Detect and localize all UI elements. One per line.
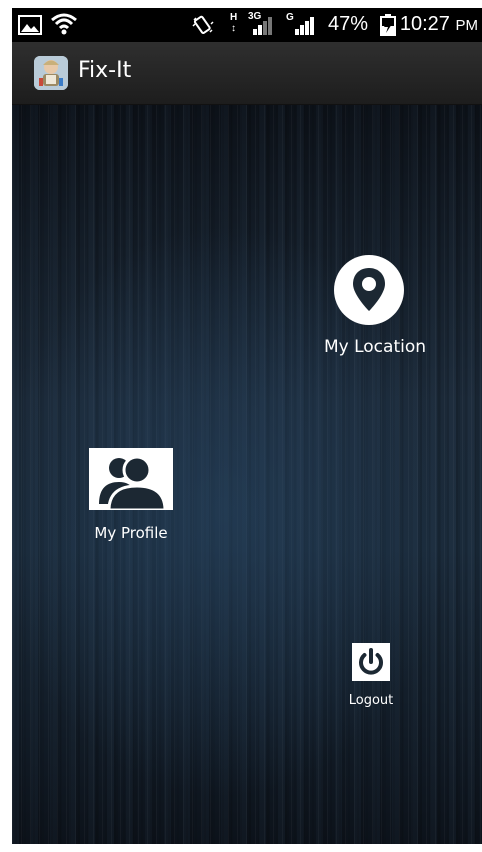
my-location-button[interactable]: My Location	[312, 245, 442, 365]
image-notification-icon	[18, 15, 42, 35]
power-icon	[352, 643, 390, 681]
logout-button[interactable]: Logout	[330, 635, 410, 715]
location-pin-icon	[334, 255, 404, 325]
profile-users-icon	[89, 448, 173, 510]
action-bar: Fix-It	[12, 42, 482, 105]
phone-screen: H ↕ 3G G 47% 10:27 PM Fix-It My Location…	[12, 8, 482, 844]
my-profile-button[interactable]: My Profile	[72, 440, 192, 550]
network-h-label: H	[230, 12, 238, 23]
wifi-icon	[51, 13, 77, 35]
dashboard-background: My Location My Profile Logout	[12, 105, 482, 844]
app-title: Fix-It	[78, 58, 132, 83]
vibrate-icon	[192, 15, 214, 35]
status-clock: 10:27 PM	[400, 13, 478, 36]
logout-label: Logout	[348, 693, 394, 708]
network-g-label: G	[286, 12, 294, 23]
clock-ampm: PM	[455, 17, 479, 34]
signal-icon	[295, 17, 314, 35]
status-bar: H ↕ 3G G 47% 10:27 PM	[12, 8, 482, 42]
battery-percent: 47%	[328, 13, 369, 35]
my-profile-label: My Profile	[94, 524, 168, 542]
app-logo-icon[interactable]	[34, 56, 68, 90]
my-location-label: My Location	[323, 337, 427, 357]
network-h-arrow: ↕	[231, 23, 236, 34]
clock-time: 10:27	[399, 13, 450, 35]
battery-charging-icon	[380, 14, 396, 36]
signal-icon	[253, 17, 272, 35]
